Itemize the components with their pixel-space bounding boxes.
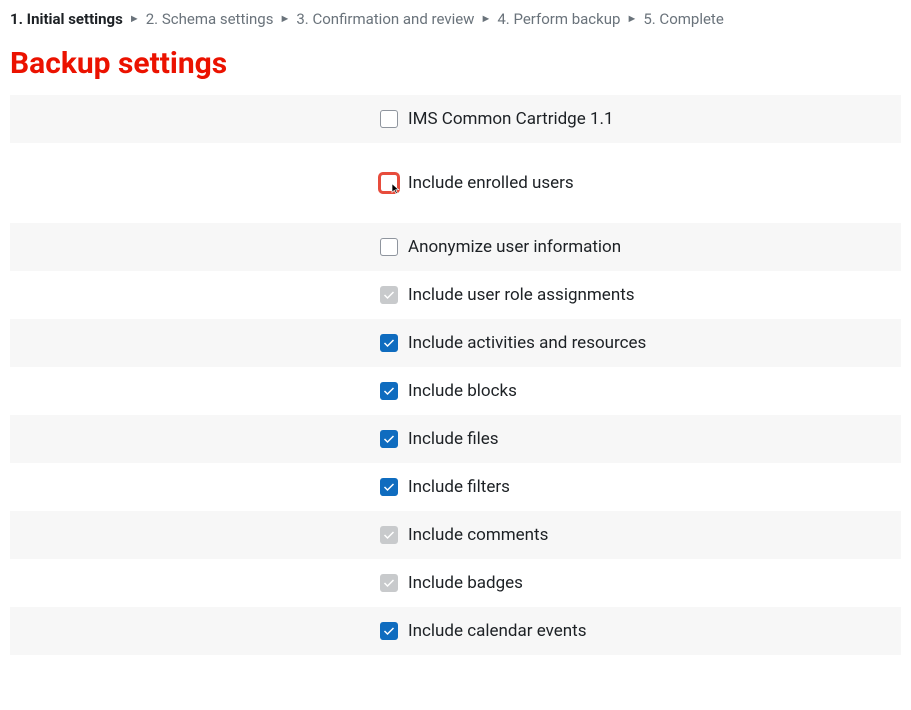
setting-row-files: Include files: [10, 415, 901, 463]
checkbox-calendar[interactable]: [380, 622, 398, 640]
page-title: Backup settings: [10, 46, 901, 81]
setting-row-comments: Include comments: [10, 511, 901, 559]
setting-label-calendar: Include calendar events: [408, 621, 587, 641]
setting-row-filters: Include filters: [10, 463, 901, 511]
setting-label-activities: Include activities and resources: [408, 333, 646, 353]
wizard-step-3: 3. Confirmation and review: [296, 10, 474, 28]
setting-row-anon: Anonymize user information: [10, 223, 901, 271]
checkbox-ims[interactable]: [380, 110, 398, 128]
setting-label-filters: Include filters: [408, 477, 510, 497]
checkbox-activities[interactable]: [380, 334, 398, 352]
mouse-cursor-icon: [390, 183, 402, 195]
setting-label-badges: Include badges: [408, 573, 523, 593]
checkbox-files[interactable]: [380, 430, 398, 448]
chevron-right-icon: ►: [626, 13, 637, 24]
setting-row-ims: IMS Common Cartridge 1.1: [10, 95, 901, 143]
checkbox-blocks[interactable]: [380, 382, 398, 400]
setting-label-blocks: Include blocks: [408, 381, 517, 401]
setting-label-roles: Include user role assignments: [408, 285, 635, 305]
setting-row-users: Include enrolled users: [10, 143, 901, 223]
settings-list: IMS Common Cartridge 1.1 Include enrolled…: [10, 95, 901, 655]
checkbox-comments: [380, 526, 398, 544]
wizard-step-5: 5. Complete: [643, 10, 723, 28]
setting-label-files: Include files: [408, 429, 499, 449]
checkbox-users[interactable]: [380, 174, 398, 192]
setting-row-roles: Include user role assignments: [10, 271, 901, 319]
setting-row-activities: Include activities and resources: [10, 319, 901, 367]
wizard-progress: 1. Initial settings ► 2. Schema settings…: [10, 8, 901, 44]
checkbox-badges: [380, 574, 398, 592]
setting-label-comments: Include comments: [408, 525, 548, 545]
setting-row-badges: Include badges: [10, 559, 901, 607]
setting-label-anon: Anonymize user information: [408, 237, 621, 257]
wizard-step-4: 4. Perform backup: [497, 10, 620, 28]
wizard-step-2: 2. Schema settings: [146, 10, 274, 28]
chevron-right-icon: ►: [129, 13, 140, 24]
checkbox-roles: [380, 286, 398, 304]
setting-label-users: Include enrolled users: [408, 173, 574, 193]
chevron-right-icon: ►: [480, 13, 491, 24]
chevron-right-icon: ►: [279, 13, 290, 24]
setting-row-calendar: Include calendar events: [10, 607, 901, 655]
checkbox-filters[interactable]: [380, 478, 398, 496]
setting-label-ims: IMS Common Cartridge 1.1: [408, 109, 614, 129]
wizard-step-1: 1. Initial settings: [10, 10, 123, 28]
checkbox-anon[interactable]: [380, 238, 398, 256]
setting-row-blocks: Include blocks: [10, 367, 901, 415]
